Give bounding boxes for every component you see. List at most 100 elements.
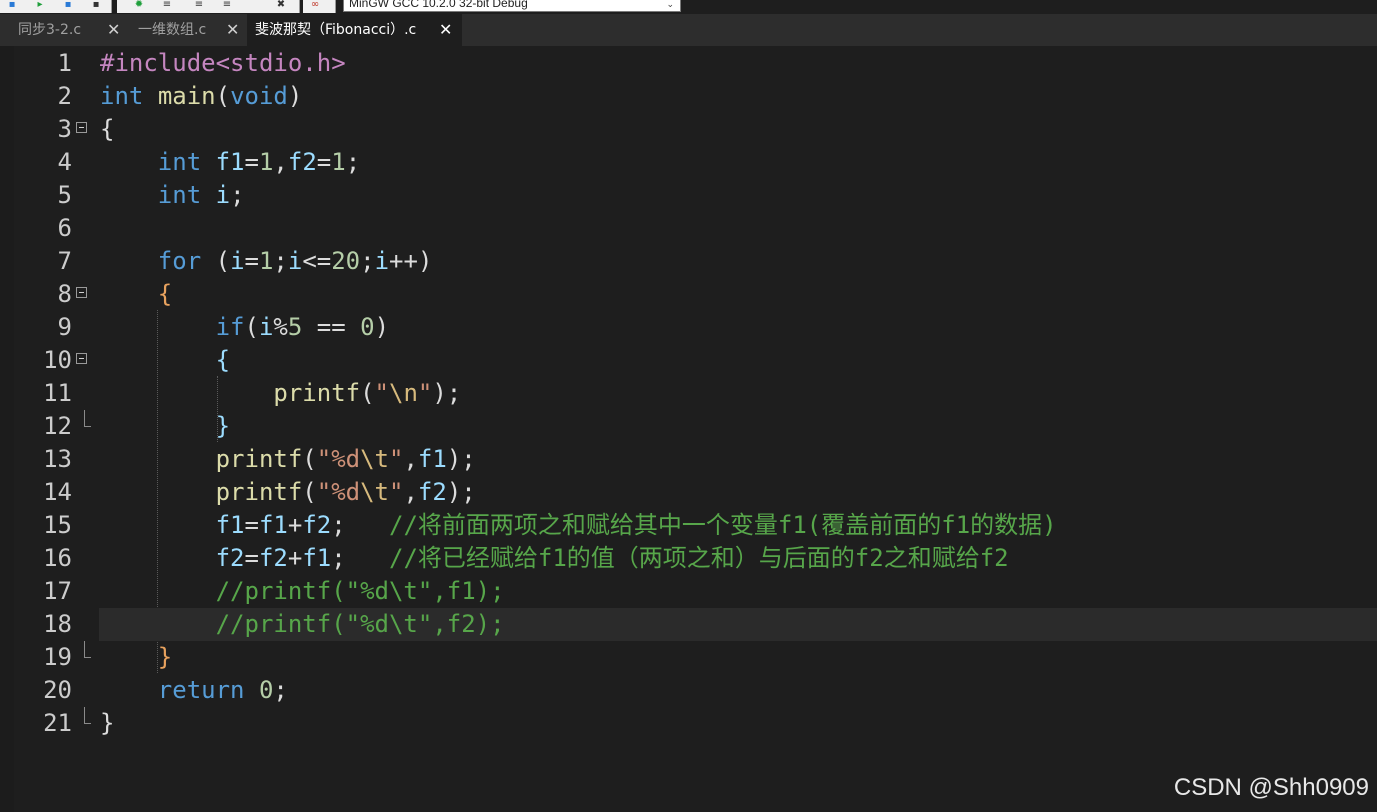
code-line[interactable]: 16 f2=f2+f1; //将已经赋给f1的值（两项之和）与后面的f2之和赋给… [0, 542, 1377, 575]
code-token: = [244, 511, 259, 539]
code-token: f2 [258, 544, 288, 572]
step-out-icon[interactable]: ≡ [221, 0, 233, 10]
code-token: + [287, 544, 303, 572]
fold-toggle-icon[interactable] [76, 353, 87, 364]
fold-toggle-icon[interactable] [76, 287, 87, 298]
code-token: void [230, 82, 288, 110]
close-icon[interactable]: ✕ [439, 14, 452, 46]
line-number: 6 [57, 214, 72, 242]
code-line[interactable]: 1 #include<stdio.h> [0, 47, 1377, 80]
line-number: 10 [43, 346, 72, 374]
code-line[interactable]: 8 { [0, 278, 1377, 311]
code-token: 0 [360, 313, 375, 341]
line-number: 12 [43, 412, 72, 440]
code-text: { [100, 278, 172, 311]
run-icon[interactable]: ▸ [34, 0, 46, 10]
code-line[interactable]: 19 } [0, 641, 1377, 674]
code-token: //将已经赋给f1的值（两项之和）与后面的f2之和赋给f2 [389, 544, 1009, 572]
code-token: for [157, 247, 202, 275]
code-token: f2 [287, 148, 317, 176]
code-line[interactable]: 20 return 0; [0, 674, 1377, 707]
line-number: 11 [43, 379, 72, 407]
tab-label: 斐波那契（Fibonacci）.c [255, 22, 417, 38]
fold-toggle-icon[interactable] [76, 122, 87, 133]
fold-end-marker [84, 707, 91, 724]
code-line[interactable]: 4 int f1=1,f2=1; [0, 146, 1377, 179]
code-text: #include<stdio.h> [100, 47, 346, 80]
code-line[interactable]: 6 [0, 212, 1377, 245]
profile-icon[interactable]: ∞ [309, 0, 321, 10]
code-token: ); [446, 478, 476, 506]
code-token: ( [215, 82, 231, 110]
step-into-icon[interactable]: ≡ [161, 0, 173, 10]
code-token: i [374, 247, 390, 275]
code-token: f1 [417, 445, 447, 473]
code-token: \t [360, 478, 390, 506]
tab-fibonacci[interactable]: 斐波那契（Fibonacci）.c ✕ [247, 14, 462, 46]
code-token: i [287, 247, 303, 275]
line-number: 9 [57, 313, 72, 341]
code-token: 0 [258, 676, 274, 704]
code-token: 20 [331, 247, 361, 275]
code-line[interactable]: 21} [0, 707, 1377, 740]
code-line[interactable]: 18 //printf("%d\t",f2); [0, 608, 1377, 641]
code-line[interactable]: 17 //printf("%d\t",f1); [0, 575, 1377, 608]
code-text: for (i=1;i<=20;i++) [100, 245, 433, 278]
code-token: \t [360, 445, 390, 473]
chevron-down-icon: ⌄ [666, 0, 674, 9]
code-line[interactable]: 12 } [0, 410, 1377, 443]
line-number: 21 [43, 709, 72, 737]
code-line[interactable]: 2 int main(void) [0, 80, 1377, 113]
debug-icon[interactable]: ✹ [133, 0, 145, 10]
compile-icon[interactable]: ▪ [6, 0, 18, 10]
code-token: f2 [417, 478, 447, 506]
line-number: 20 [43, 676, 72, 704]
code-line[interactable]: 10 { [0, 344, 1377, 377]
rebuild-icon[interactable]: ▪ [90, 0, 102, 10]
code-line[interactable]: 11 printf("\n"); [0, 377, 1377, 410]
code-token: " [389, 478, 404, 506]
compile-run-icon[interactable]: ▪ [62, 0, 74, 10]
code-editor[interactable]: 1 #include<stdio.h> 2 int main(void) 3{4 int… [0, 46, 1377, 812]
tab-label: 同步3-2.c [18, 22, 82, 38]
code-token: + [287, 511, 303, 539]
code-line[interactable]: 14 printf("%d\t",f2); [0, 476, 1377, 509]
code-token: ) [374, 313, 390, 341]
code-token: int [157, 181, 202, 209]
step-over-icon[interactable]: ≡ [193, 0, 205, 10]
tab-1d-array[interactable]: 一维数组.c ✕ [128, 14, 247, 46]
code-line[interactable]: 3{ [0, 113, 1377, 146]
code-token: } [100, 709, 115, 737]
code-token: ++) [389, 247, 433, 275]
code-token: i [258, 313, 274, 341]
code-token: " [374, 379, 389, 407]
code-line[interactable]: 9 if(i%5 == 0) [0, 311, 1377, 344]
code-line[interactable]: 5 int i; [0, 179, 1377, 212]
code-token: } [215, 412, 231, 440]
code-text: int f1=1,f2=1; [100, 146, 360, 179]
close-icon[interactable]: ✕ [107, 14, 120, 46]
code-token: printf [215, 445, 303, 473]
code-token: 1 [258, 148, 274, 176]
stop-icon[interactable]: ✖ [275, 0, 287, 10]
compiler-select[interactable]: MinGW GCC 10.2.0 32-bit Debug ⌄ [343, 0, 681, 12]
code-token: ; [230, 181, 245, 209]
fold-end-marker [84, 410, 91, 427]
code-token: f1 [302, 544, 332, 572]
code-line[interactable]: 7 for (i=1;i<=20;i++) [0, 245, 1377, 278]
code-token: , [403, 478, 418, 506]
code-line[interactable]: 15 f1=f1+f2; //将前面两项之和赋给其中一个变量f1(覆盖前面的f1… [0, 509, 1377, 542]
code-token: if [215, 313, 245, 341]
code-token: { [100, 115, 115, 143]
code-line[interactable]: 13 printf("%d\t",f1); [0, 443, 1377, 476]
close-icon[interactable]: ✕ [226, 14, 239, 46]
tab-sync-3-2[interactable]: 同步3-2.c ✕ [0, 14, 128, 46]
